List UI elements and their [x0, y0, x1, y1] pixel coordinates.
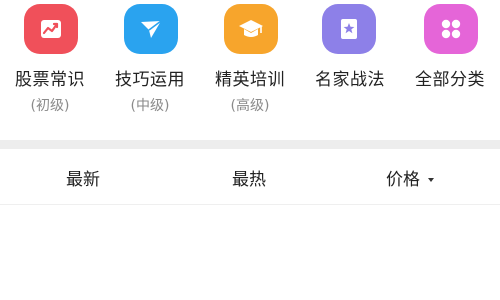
- grid-dots-icon: [424, 4, 478, 54]
- sort-tab-label: 最新: [66, 170, 100, 190]
- sort-tab-hottest[interactable]: 最热: [232, 149, 266, 204]
- graduation-cap-icon: [224, 4, 278, 54]
- sort-tab-latest[interactable]: 最新: [66, 149, 100, 204]
- category-elite-training[interactable]: 精英培训 (高级): [200, 0, 300, 128]
- category-level: (中级): [130, 98, 170, 114]
- category-all[interactable]: 全部分类: [400, 0, 500, 128]
- category-label: 技巧运用: [115, 70, 185, 90]
- sort-tab-price[interactable]: 价格: [386, 149, 434, 204]
- sort-tab-label: 最热: [232, 170, 266, 190]
- category-row: 股票常识 (初级) 技巧运用 (中级) 精英培训 (高级) 名家战法 全部分类: [0, 0, 500, 128]
- chart-trend-icon: [24, 4, 78, 54]
- paper-plane-icon: [124, 4, 178, 54]
- bookmark-star-icon: [322, 4, 376, 54]
- sort-tab-label: 价格: [386, 170, 420, 190]
- content-list: [0, 205, 500, 300]
- category-level: (高级): [230, 98, 270, 114]
- sort-bar: 最新 最热 价格: [0, 149, 500, 205]
- category-label: 精英培训: [215, 70, 285, 90]
- caret-down-icon: [428, 178, 434, 182]
- category-label: 股票常识: [15, 70, 85, 90]
- section-divider: [0, 140, 500, 149]
- category-label: 全部分类: [415, 70, 485, 90]
- category-label: 名家战法: [315, 70, 385, 90]
- category-master-strategies[interactable]: 名家战法: [300, 0, 400, 128]
- category-level: (初级): [30, 98, 70, 114]
- category-skills[interactable]: 技巧运用 (中级): [100, 0, 200, 128]
- category-stock-basics[interactable]: 股票常识 (初级): [0, 0, 100, 128]
